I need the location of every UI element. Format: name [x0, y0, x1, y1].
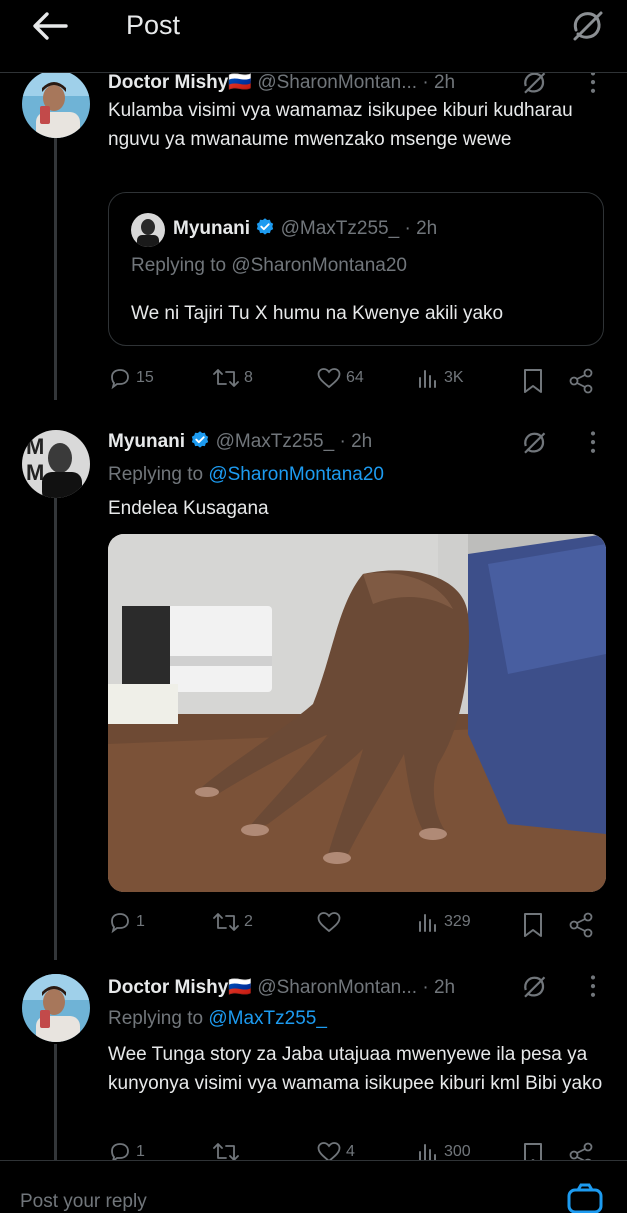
action-bar: 1 2 329	[108, 910, 608, 940]
repost-count: 2	[244, 913, 253, 930]
reply-button[interactable]: 1	[108, 910, 145, 934]
avatar-image	[22, 70, 90, 138]
author-name[interactable]: Doctor Mishy	[108, 977, 228, 998]
reply-count: 15	[136, 369, 154, 386]
like-button[interactable]: 64	[316, 366, 364, 390]
views-count: 3K	[444, 369, 464, 386]
avatar[interactable]	[22, 974, 90, 1042]
heart-icon	[317, 368, 341, 389]
repost-button[interactable]: 2	[212, 910, 253, 934]
repost-icon	[213, 913, 239, 931]
avatar-image	[131, 213, 165, 247]
svg-text:M: M	[26, 460, 44, 485]
quoted-author-handle[interactable]: @MaxTz255_	[281, 218, 400, 239]
author-name[interactable]: Myunani	[108, 431, 185, 452]
hand-on-desk-image	[108, 534, 606, 892]
reply-button[interactable]: 15	[108, 366, 154, 390]
post-time: · 2h	[422, 72, 456, 93]
avatar-image	[22, 974, 90, 1042]
views-icon	[419, 914, 436, 932]
post-text: Endelea Kusagana	[108, 498, 269, 519]
author-name[interactable]: Doctor Mishy	[108, 72, 228, 93]
share-icon[interactable]	[568, 368, 594, 394]
author-handle[interactable]: @MaxTz255_	[216, 431, 335, 452]
repost-button[interactable]: 8	[212, 366, 253, 390]
post-time: · 2h	[339, 431, 373, 452]
like-count: 4	[346, 1143, 355, 1160]
verified-badge-icon	[192, 431, 209, 448]
more-options-icon[interactable]	[588, 430, 598, 456]
top-bar: Post	[0, 0, 627, 73]
verified-badge-icon	[257, 218, 274, 235]
like-count: 64	[346, 369, 364, 386]
bookmark-icon[interactable]	[522, 368, 544, 394]
thread-line	[54, 138, 57, 400]
views-count: 300	[444, 1143, 471, 1160]
grok-icon[interactable]	[567, 6, 607, 46]
reply-compose-bar: Post your reply	[0, 1160, 627, 1213]
quoted-post-text: We ni Tajiri Tu X humu na Kwenye akili y…	[131, 303, 504, 324]
avatar-image: M M	[22, 430, 90, 498]
reply-icon	[111, 913, 129, 934]
replying-to-label: Replying to	[108, 464, 209, 485]
thread-line	[54, 498, 57, 960]
thread-line	[54, 1044, 57, 1160]
page-title: Post	[126, 10, 181, 40]
replying-to-label: Replying to	[108, 1008, 209, 1029]
views-count: 329	[444, 913, 471, 930]
camera-icon[interactable]	[566, 1183, 604, 1213]
heart-icon	[317, 912, 341, 933]
like-button[interactable]	[316, 910, 346, 934]
replying-to-line: Replying to @SharonMontana20	[108, 464, 384, 486]
views-button[interactable]: 3K	[416, 366, 464, 390]
grok-icon[interactable]	[518, 972, 550, 1002]
post-text: Wee Tunga story za Jaba utajuaa mwenyewe…	[108, 1044, 603, 1094]
more-options-icon[interactable]	[588, 974, 598, 1000]
replying-to-label: Replying to	[131, 255, 232, 276]
quoted-post-time: · 2h	[404, 218, 438, 239]
more-options-icon[interactable]	[588, 70, 598, 96]
replying-to-handle[interactable]: @MaxTz255_	[208, 1008, 327, 1029]
action-bar: 15 8 64 3K	[108, 366, 608, 396]
replying-to-handle: @SharonMontana20	[231, 255, 407, 276]
post-text: Kulamba visimi vya wamamaz isikupee kibu…	[108, 100, 573, 150]
grok-icon[interactable]	[518, 428, 550, 458]
replying-to-line: Replying to @MaxTz255_	[108, 1008, 327, 1030]
reply-input[interactable]: Post your reply	[20, 1191, 147, 1213]
replying-to-line: Replying to @SharonMontana20	[131, 255, 407, 277]
reply-icon	[111, 369, 129, 390]
avatar[interactable]	[22, 70, 90, 138]
replying-to-handle[interactable]: @SharonMontana20	[208, 464, 384, 485]
author-handle[interactable]: @SharonMontan...	[257, 72, 417, 93]
views-button[interactable]: 329	[416, 910, 471, 934]
quoted-author-name[interactable]: Myunani	[173, 218, 250, 239]
views-icon	[419, 370, 436, 388]
svg-text:M: M	[26, 434, 44, 459]
flag-emoji: 🇷🇺	[228, 72, 253, 93]
repost-count: 8	[244, 369, 253, 386]
post-image[interactable]	[108, 534, 606, 892]
avatar[interactable]: M M	[22, 430, 90, 498]
author-handle[interactable]: @SharonMontan...	[257, 977, 417, 998]
quoted-post[interactable]: Myunani @MaxTz255_ · 2h Replying to @Sha…	[108, 192, 604, 346]
avatar[interactable]	[131, 213, 165, 247]
share-icon[interactable]	[568, 912, 594, 938]
reply-count: 1	[136, 1143, 145, 1160]
post-time: · 2h	[422, 977, 456, 998]
arrow-left-icon[interactable]	[30, 10, 70, 42]
bookmark-icon[interactable]	[522, 912, 544, 938]
flag-emoji: 🇷🇺	[228, 977, 253, 998]
reply-count: 1	[136, 913, 145, 930]
repost-icon	[213, 369, 239, 387]
